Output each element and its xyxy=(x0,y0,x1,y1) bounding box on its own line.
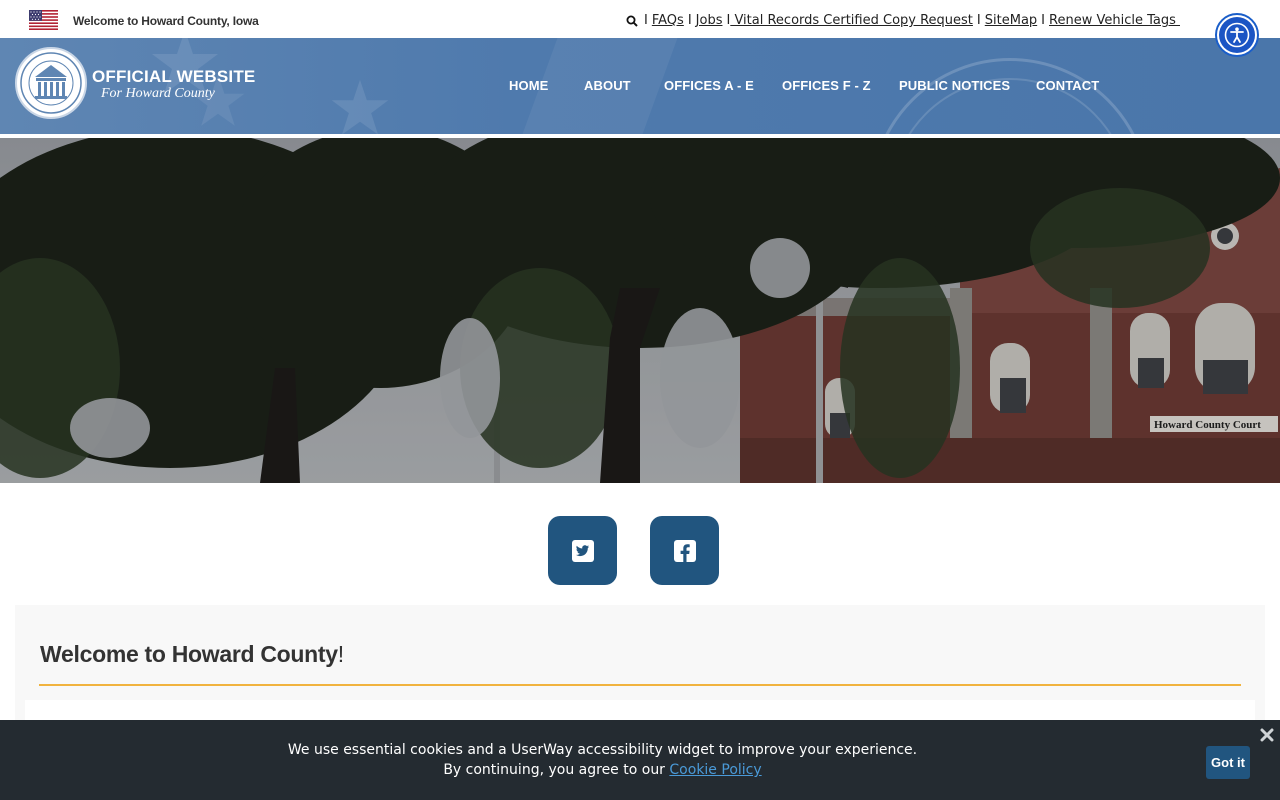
welcome-heading-suffix: ! xyxy=(337,641,344,667)
cookie-consent-line: By continuing, you agree to our Cookie P… xyxy=(0,762,1205,778)
nav-about[interactable]: ABOUT xyxy=(584,78,631,93)
sitemap-link[interactable]: SiteMap xyxy=(985,13,1037,28)
cookie-message: We use essential cookies and a UserWay a… xyxy=(287,742,918,758)
courthouse-photo: Howard County Court xyxy=(0,138,1280,483)
welcome-heading-text: Welcome to Howard County xyxy=(40,641,338,667)
facebook-icon xyxy=(673,539,696,562)
cookie-banner: We use essential cookies and a UserWay a… xyxy=(0,720,1280,800)
link-separator: I xyxy=(687,13,692,28)
faqs-link[interactable]: FAQs xyxy=(652,13,684,28)
heading-underline xyxy=(39,684,1241,686)
cookie-policy-link[interactable]: Cookie Policy xyxy=(669,762,761,778)
nav-offices-f-z[interactable]: OFFICES F - Z xyxy=(782,78,871,93)
hero-courthouse-image: Howard County Court xyxy=(0,138,1280,483)
search-icon[interactable] xyxy=(626,15,638,27)
nav-public-notices[interactable]: PUBLIC NOTICES xyxy=(899,78,1010,93)
nav-home[interactable]: HOME xyxy=(509,78,548,93)
welcome-tagline: Welcome to Howard County, Iowa xyxy=(73,14,259,28)
us-flag-icon xyxy=(29,10,58,30)
got-it-button[interactable]: Got it xyxy=(1206,746,1250,779)
renew-vehicle-tags-link[interactable]: Renew Vehicle Tags xyxy=(1049,13,1180,28)
main-nav: HOME ABOUT OFFICES A - E OFFICES F - Z P… xyxy=(0,78,1280,98)
site-header: OFFICIAL WEBSITE For Howard County HOME … xyxy=(0,38,1280,134)
facebook-button[interactable] xyxy=(650,516,719,585)
link-separator: I xyxy=(976,13,981,28)
utility-links: I FAQs I Jobs I Vital Records Certified … xyxy=(626,13,1180,28)
twitter-button[interactable] xyxy=(548,516,617,585)
link-separator: I xyxy=(1041,13,1046,28)
twitter-icon xyxy=(571,539,594,562)
accessibility-icon xyxy=(1219,17,1255,53)
jobs-link[interactable]: Jobs xyxy=(696,13,723,28)
top-utility-bar: Welcome to Howard County, Iowa I FAQs I … xyxy=(0,0,1280,38)
close-icon[interactable] xyxy=(1259,727,1275,743)
welcome-heading: Welcome to Howard County! xyxy=(40,641,344,668)
vital-records-link[interactable]: Vital Records Certified Copy Request xyxy=(730,13,972,28)
cookie-consent-prefix: By continuing, you agree to our xyxy=(443,762,670,778)
link-separator: I xyxy=(644,13,648,28)
nav-offices-a-e[interactable]: OFFICES A - E xyxy=(664,78,754,93)
nav-contact[interactable]: CONTACT xyxy=(1036,78,1099,93)
accessibility-widget-button[interactable] xyxy=(1215,13,1259,57)
